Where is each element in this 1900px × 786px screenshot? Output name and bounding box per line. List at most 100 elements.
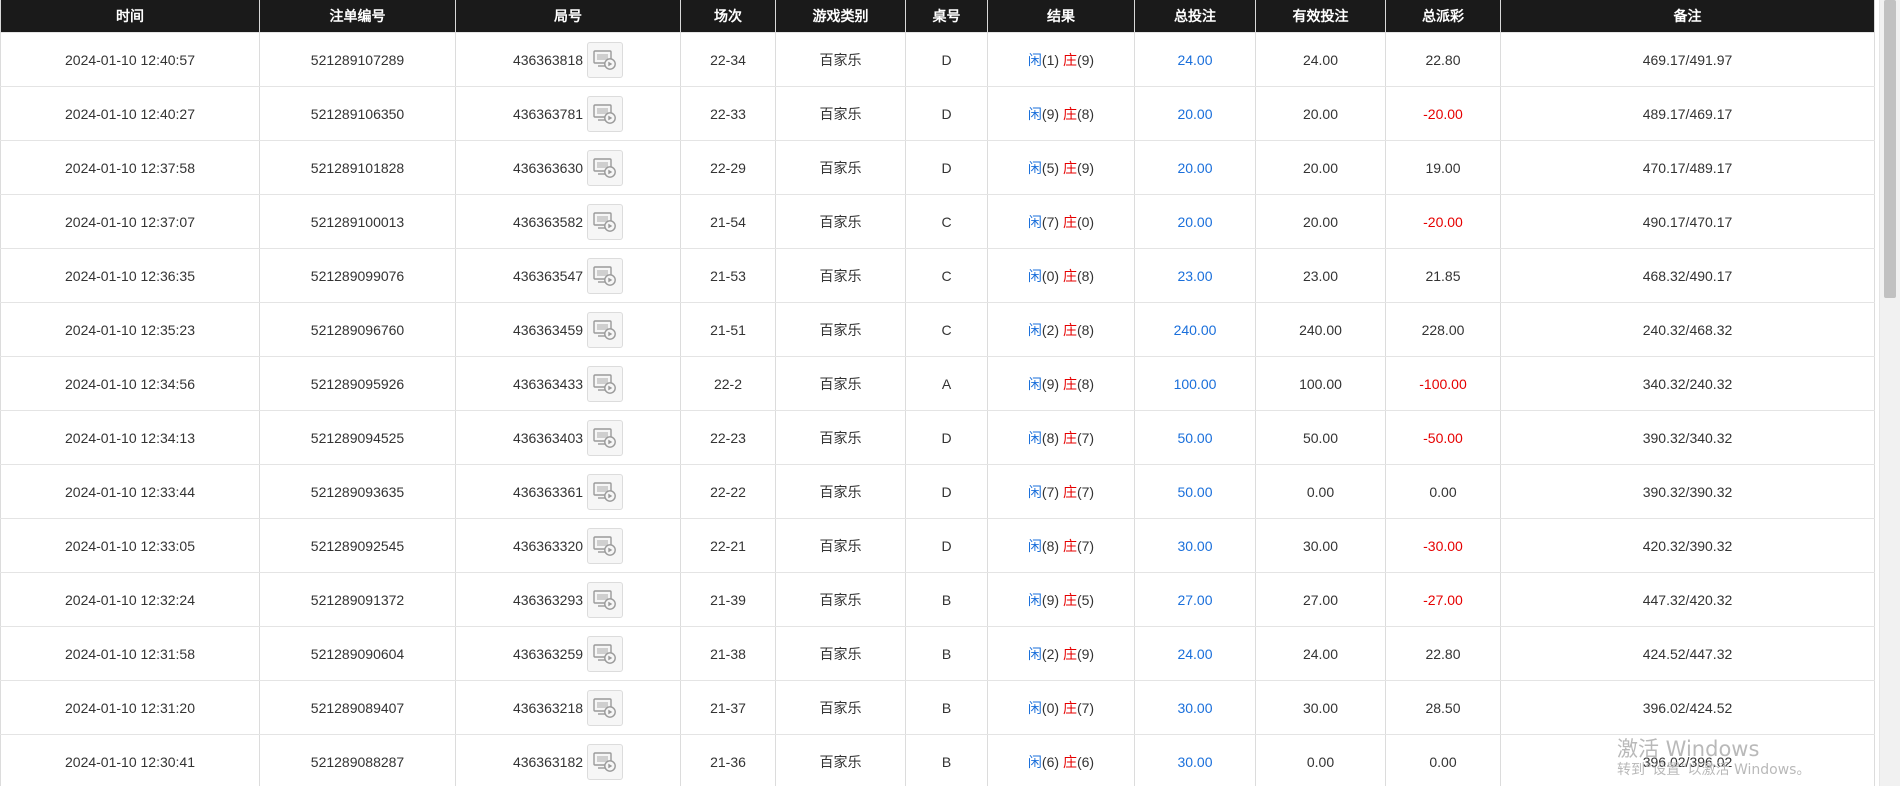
round-id-text: 436363293	[512, 591, 584, 608]
cell-time: 2024-01-10 12:34:13	[0, 410, 260, 465]
video-replay-icon[interactable]	[587, 419, 624, 456]
cell-table-no: D	[905, 464, 988, 519]
cell-valid-bet: 240.00	[1255, 302, 1386, 357]
cell-remark: 424.52/447.32	[1500, 626, 1875, 681]
video-replay-icon[interactable]	[587, 689, 624, 726]
header-row: 时间 注单编号 局号 场次 游戏类别 桌号 结果 总投注 有效投注 总派彩 备注	[0, 0, 1875, 33]
result-banker-label: 庄	[1062, 267, 1077, 284]
video-replay-icon[interactable]	[587, 473, 624, 510]
cell-bet-id: 521289094525	[259, 410, 456, 465]
cell-round-id: 436363218	[455, 680, 681, 735]
result-player-score: (2)	[1041, 321, 1060, 338]
result-player-label: 闲	[1027, 753, 1042, 770]
table-row: 2024-01-10 12:34:13 521289094525 436363403…	[0, 410, 1875, 465]
result-banker-score: (9)	[1076, 159, 1095, 176]
result-player-score: (7)	[1041, 483, 1060, 500]
cell-result: 闲(0) 庄(7)	[987, 680, 1135, 735]
cell-total-bet: 20.00	[1134, 86, 1256, 141]
cell-time: 2024-01-10 12:37:07	[0, 194, 260, 249]
cell-valid-bet: 24.00	[1255, 32, 1386, 87]
cell-result: 闲(0) 庄(8)	[987, 248, 1135, 303]
cell-result: 闲(1) 庄(9)	[987, 32, 1135, 87]
table-row: 2024-01-10 12:31:58 521289090604 436363259…	[0, 626, 1875, 681]
cell-total-payout: 0.00	[1385, 464, 1501, 519]
video-replay-icon[interactable]	[587, 743, 624, 780]
cell-valid-bet: 100.00	[1255, 356, 1386, 411]
table-body: 2024-01-10 12:40:57 521289107289 436363818…	[0, 32, 1875, 786]
cell-time: 2024-01-10 12:31:20	[0, 680, 260, 735]
cell-bet-id: 521289095926	[259, 356, 456, 411]
table-row: 2024-01-10 12:40:57 521289107289 436363818…	[0, 32, 1875, 87]
result-player-score: (2)	[1041, 645, 1060, 662]
cell-table-no: D	[905, 140, 988, 195]
cell-time: 2024-01-10 12:31:58	[0, 626, 260, 681]
cell-valid-bet: 24.00	[1255, 626, 1386, 681]
video-replay-icon[interactable]	[587, 41, 624, 78]
video-replay-icon[interactable]	[587, 365, 624, 402]
scrollbar-thumb[interactable]	[1884, 0, 1896, 298]
cell-game-type: 百家乐	[775, 356, 906, 411]
video-replay-icon[interactable]	[587, 581, 624, 618]
cell-session: 22-33	[680, 86, 776, 141]
cell-bet-id: 521289100013	[259, 194, 456, 249]
round-id-text: 436363182	[512, 753, 584, 770]
result-banker-score: (8)	[1076, 375, 1095, 392]
cell-table-no: B	[905, 680, 988, 735]
cell-round-id: 436363320	[455, 518, 681, 573]
video-replay-icon[interactable]	[587, 635, 624, 672]
video-replay-icon[interactable]	[587, 203, 624, 240]
round-id-text: 436363630	[512, 159, 584, 176]
result-banker-label: 庄	[1062, 321, 1077, 338]
cell-time: 2024-01-10 12:40:27	[0, 86, 260, 141]
cell-bet-id: 521289093635	[259, 464, 456, 519]
result-player-score: (0)	[1041, 267, 1060, 284]
result-banker-label: 庄	[1062, 105, 1077, 122]
result-player-label: 闲	[1027, 591, 1042, 608]
cell-time: 2024-01-10 12:30:41	[0, 734, 260, 786]
cell-total-payout: 22.80	[1385, 626, 1501, 681]
video-replay-icon[interactable]	[587, 527, 624, 564]
cell-session: 22-2	[680, 356, 776, 411]
round-id-text: 436363433	[512, 375, 584, 392]
cell-valid-bet: 0.00	[1255, 734, 1386, 786]
cell-session: 22-21	[680, 518, 776, 573]
result-banker-score: (7)	[1076, 699, 1095, 716]
cell-remark: 489.17/469.17	[1500, 86, 1875, 141]
result-banker-label: 庄	[1062, 753, 1077, 770]
vertical-scrollbar[interactable]	[1879, 0, 1900, 786]
table-row: 2024-01-10 12:34:56 521289095926 436363433…	[0, 356, 1875, 411]
video-replay-icon[interactable]	[587, 149, 624, 186]
cell-bet-id: 521289106350	[259, 86, 456, 141]
result-banker-label: 庄	[1062, 591, 1077, 608]
cell-remark: 396.02/424.52	[1500, 680, 1875, 735]
column-header-game-type: 游戏类别	[775, 0, 906, 33]
video-replay-icon[interactable]	[587, 311, 624, 348]
viewport: 时间 注单编号 局号 场次 游戏类别 桌号 结果 总投注 有效投注 总派彩 备注…	[0, 0, 1900, 786]
cell-round-id: 436363182	[455, 734, 681, 786]
cell-valid-bet: 30.00	[1255, 680, 1386, 735]
cell-game-type: 百家乐	[775, 410, 906, 465]
result-banker-score: (5)	[1076, 591, 1095, 608]
column-header-valid-bet: 有效投注	[1255, 0, 1386, 33]
video-replay-icon[interactable]	[587, 95, 624, 132]
result-banker-score: (8)	[1076, 105, 1095, 122]
cell-remark: 468.32/490.17	[1500, 248, 1875, 303]
result-banker-score: (6)	[1076, 753, 1095, 770]
column-header-session: 场次	[680, 0, 776, 33]
video-replay-icon[interactable]	[587, 257, 624, 294]
cell-time: 2024-01-10 12:33:05	[0, 518, 260, 573]
cell-total-bet: 20.00	[1134, 194, 1256, 249]
cell-valid-bet: 20.00	[1255, 86, 1386, 141]
round-id-text: 436363218	[512, 699, 584, 716]
cell-total-bet: 30.00	[1134, 680, 1256, 735]
cell-time: 2024-01-10 12:36:35	[0, 248, 260, 303]
result-player-label: 闲	[1027, 213, 1042, 230]
result-player-score: (9)	[1041, 375, 1060, 392]
table-row: 2024-01-10 12:31:20 521289089407 436363218…	[0, 680, 1875, 735]
cell-remark: 340.32/240.32	[1500, 356, 1875, 411]
cell-bet-id: 521289089407	[259, 680, 456, 735]
result-player-score: (0)	[1041, 699, 1060, 716]
result-player-label: 闲	[1027, 51, 1042, 68]
cell-valid-bet: 27.00	[1255, 572, 1386, 627]
cell-total-payout: 0.00	[1385, 734, 1501, 786]
